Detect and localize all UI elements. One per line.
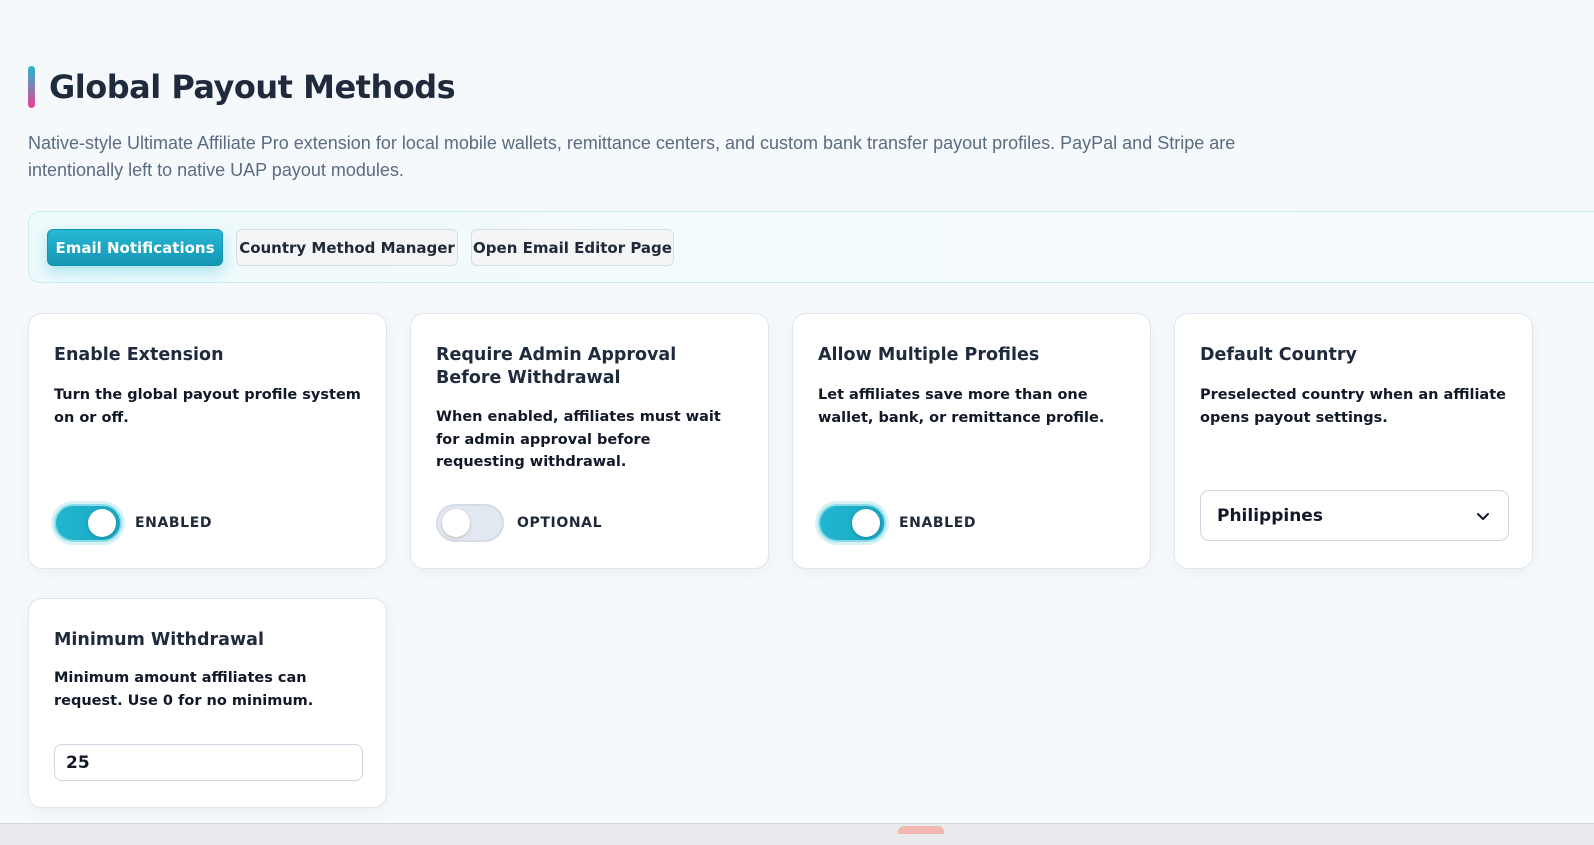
- page-title: Global Payout Methods: [49, 68, 456, 106]
- card-description: Let affiliates save more than one wallet…: [818, 387, 1105, 426]
- select-value: Philippines: [1217, 505, 1323, 526]
- toggle-knob: [88, 509, 116, 537]
- tab-open-email-editor-page[interactable]: Open Email Editor Page: [471, 229, 674, 266]
- card-title: Allow Multiple Profiles: [818, 345, 1040, 365]
- toggle-state-label: ENABLED: [899, 515, 977, 531]
- card-title: Require Admin Approval Before Withdrawal: [436, 345, 677, 388]
- toggle-row: ENABLED: [54, 504, 212, 542]
- card-title: Enable Extension: [54, 345, 224, 365]
- chevron-down-icon: [1477, 513, 1489, 520]
- toggle-row: ENABLED: [818, 504, 976, 542]
- setting-card-enable-extension: Enable Extension Turn the global payout …: [28, 313, 387, 569]
- toggle-row: OPTIONAL: [436, 504, 602, 542]
- setting-card-default-country: Default Country Preselected country when…: [1174, 313, 1533, 569]
- page-description: Native-style Ultimate Affiliate Pro exte…: [28, 133, 1236, 180]
- card-description: When enabled, affiliates must wait for a…: [436, 409, 721, 470]
- card-title: Minimum Withdrawal: [54, 630, 264, 650]
- default-country-select[interactable]: Philippines: [1200, 490, 1509, 541]
- page-header: Global Payout Methods: [28, 66, 456, 108]
- card-description: Preselected country when an affiliate op…: [1200, 387, 1506, 426]
- bottom-strip-marker: [898, 826, 944, 834]
- multiple-profiles-toggle[interactable]: [818, 504, 886, 542]
- setting-card-multiple-profiles: Allow Multiple Profiles Let affiliates s…: [792, 313, 1151, 569]
- card-title: Default Country: [1200, 345, 1357, 365]
- title-accent-bar: [28, 66, 35, 108]
- tab-bar: Email Notifications Country Method Manag…: [28, 211, 1594, 283]
- bottom-scroll-strip: [0, 823, 1594, 845]
- require-approval-toggle[interactable]: [436, 504, 504, 542]
- setting-card-require-approval: Require Admin Approval Before Withdrawal…: [410, 313, 769, 569]
- card-description: Minimum amount affiliates can request. U…: [54, 670, 314, 709]
- tab-email-notifications[interactable]: Email Notifications: [47, 229, 223, 266]
- toggle-state-label: ENABLED: [135, 515, 213, 531]
- toggle-state-label: OPTIONAL: [517, 515, 603, 531]
- setting-card-minimum-withdrawal: Minimum Withdrawal Minimum amount affili…: [28, 598, 387, 808]
- page: Global Payout Methods Native-style Ultim…: [0, 0, 1594, 845]
- card-description: Turn the global payout profile system on…: [54, 387, 361, 426]
- enable-extension-toggle[interactable]: [54, 504, 122, 542]
- tab-country-method-manager[interactable]: Country Method Manager: [236, 229, 458, 266]
- toggle-knob: [442, 509, 470, 537]
- toggle-knob: [852, 509, 880, 537]
- minimum-withdrawal-input[interactable]: 25: [54, 744, 363, 781]
